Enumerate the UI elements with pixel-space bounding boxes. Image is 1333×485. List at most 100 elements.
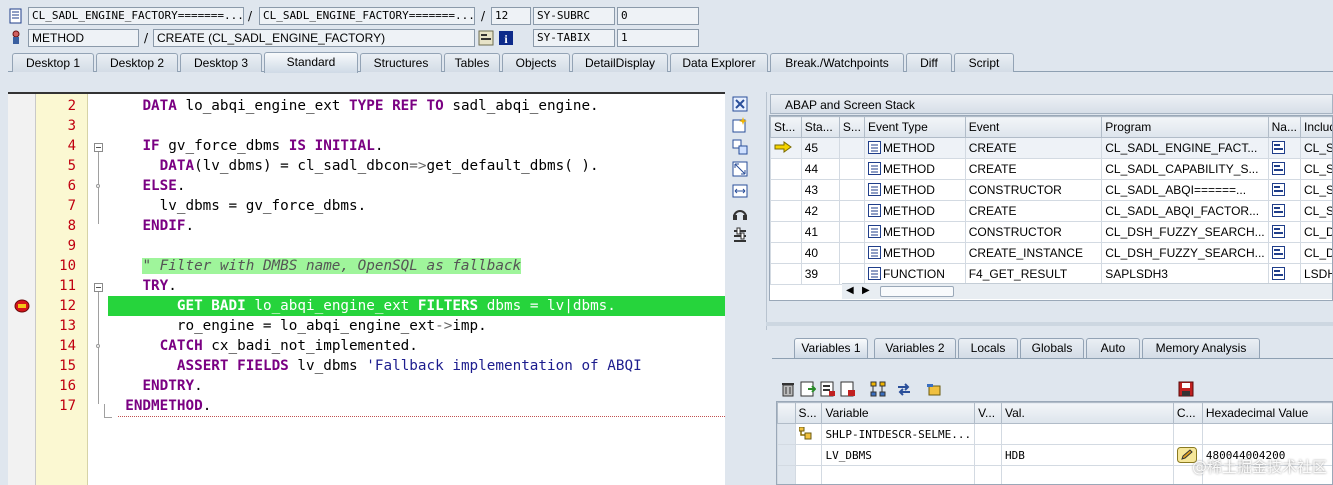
variable-value[interactable] [1001,465,1174,484]
services-icon[interactable] [732,205,748,221]
swap-tool-icon[interactable] [732,139,748,155]
column-header-value-type[interactable]: V... [974,402,1003,424]
column-header-navigate[interactable]: Na... [1267,116,1301,138]
navigate-cell[interactable] [1267,200,1301,222]
new-tool-icon[interactable] [732,117,748,133]
event-type-field[interactable]: METHOD [28,29,139,47]
tab-variables-2[interactable]: Variables 2 [874,338,956,358]
variable-value[interactable] [1001,423,1174,445]
code-line[interactable]: 13 ro_engine = lo_abqi_engine_ext->imp. [8,316,725,336]
table-row[interactable]: 44 METHOD CREATE CL_SADL_CAPABILITY_S...… [770,158,1332,180]
maximize-icon[interactable] [732,161,748,177]
row-selector[interactable] [777,465,796,484]
settings-icon[interactable] [732,227,748,243]
open-folder-icon[interactable] [926,381,942,397]
info-icon[interactable]: i [498,30,514,46]
tab-standard[interactable]: Standard [264,52,358,73]
column-header-program[interactable]: Program [1101,116,1269,138]
line-number-field[interactable]: 12 [491,7,531,25]
row-selector[interactable] [777,444,796,466]
column-header-event-type[interactable]: Event Type [863,116,966,138]
variable-value[interactable]: HDB [1001,444,1174,466]
column-header-screen[interactable]: S... [838,116,865,138]
code-line[interactable]: 14 CATCH cx_badi_not_implemented. [8,336,725,356]
source-code-icon[interactable] [1271,141,1285,154]
code-line[interactable]: 16 ENDTRY. [8,376,725,396]
save-icon[interactable] [1178,381,1194,397]
source-code-editor[interactable]: 2 DATA lo_abqi_engine_ext TYPE REF TO sa… [8,92,725,485]
save-layout-icon[interactable] [840,381,856,397]
code-line-current[interactable]: 12 GET BADI lo_abqi_engine_ext FILTERS d… [8,296,725,316]
source-code-icon[interactable] [1271,183,1285,196]
include-field[interactable]: CL_SADL_ENGINE_FACTORY=======... [259,7,475,25]
code-line[interactable]: 5 DATA(lv_dbms) = cl_sadl_dbcon=>get_def… [8,156,725,176]
tab-globals[interactable]: Globals [1020,338,1084,358]
scroll-thumb[interactable] [880,286,954,297]
row-selector[interactable] [777,423,796,445]
tab-auto[interactable]: Auto [1086,338,1140,358]
code-line[interactable]: 8 ENDIF. [8,216,725,236]
code-line[interactable]: 7 lv_dbms = gv_force_dbms. [8,196,725,216]
sysvar-value-2[interactable]: 1 [617,29,699,47]
tab-variables-1[interactable]: Variables 1 [794,338,868,358]
navigate-cell[interactable] [1267,242,1301,264]
column-header-hex[interactable]: Hexadecimal Value [1201,402,1332,424]
table-row[interactable]: 39 FUNCTION F4_GET_RESULT SAPLSDH3 LSDH3… [770,263,1332,285]
tab-desktop-3[interactable]: Desktop 3 [180,53,262,72]
tab-memory-analysis[interactable]: Memory Analysis [1142,338,1260,358]
tab-objects[interactable]: Objects [502,53,570,72]
table-row[interactable]: 42 METHOD CREATE CL_SADL_ABQI_FACTOR... … [770,200,1332,222]
sysvar-label-1[interactable]: SY-SUBRC [533,7,615,25]
close-icon[interactable] [732,96,748,112]
delete-icon[interactable] [780,381,796,397]
table-row[interactable]: 45 METHOD CREATE CL_SADL_ENGINE_FACT... … [770,137,1332,159]
tab-detail-display[interactable]: DetailDisplay [572,53,668,72]
scroll-left-icon[interactable]: ◀ [846,285,854,296]
tab-watchpoints[interactable]: Break./Watchpoints [770,53,904,72]
source-code-icon[interactable] [1271,267,1285,280]
table-row[interactable]: 43 METHOD CONSTRUCTOR CL_SADL_ABQI======… [770,179,1332,201]
code-line[interactable]: 9 [8,236,725,256]
event-field[interactable]: CREATE (CL_SADL_ENGINE_FACTORY) [153,29,475,47]
tab-diff[interactable]: Diff [906,53,952,72]
navigate-cell[interactable] [1267,221,1301,243]
tab-locals[interactable]: Locals [958,338,1018,358]
program-field[interactable]: CL_SADL_ENGINE_FACTORY=======... [28,7,244,25]
export-icon[interactable] [820,381,836,397]
code-line[interactable]: 11 TRY. [8,276,725,296]
source-code-icon[interactable] [1271,225,1285,238]
horizontal-scrollbar[interactable]: ◀ ▶ [842,283,1332,299]
tab-data-explorer[interactable]: Data Explorer [670,53,768,72]
variable-name[interactable] [821,465,976,484]
code-line[interactable]: 17 ENDMETHOD. [8,396,725,416]
column-header-value[interactable]: Val. [1001,402,1174,424]
tab-tables[interactable]: Tables [444,53,500,72]
column-header-level[interactable]: Sta... [800,116,840,138]
tab-desktop-1[interactable]: Desktop 1 [12,53,94,72]
code-line[interactable]: 4 IF gv_force_dbms IS INITIAL. [8,136,725,156]
table-row[interactable]: SHLP-INTDESCR-SELME... [777,423,1332,445]
display-source-icon[interactable] [478,30,494,46]
navigate-cell[interactable] [1267,137,1301,159]
splitter[interactable] [766,322,1333,326]
navigate-cell[interactable] [1267,179,1301,201]
column-header-status[interactable]: S... [794,402,823,424]
column-header-change[interactable]: C... [1172,402,1203,424]
import-icon[interactable] [800,381,816,397]
table-row[interactable]: 40 METHOD CREATE_INSTANCE CL_DSH_FUZZY_S… [770,242,1332,264]
variable-hex[interactable] [1201,423,1332,445]
tab-script[interactable]: Script [954,53,1014,72]
source-code-icon[interactable] [1271,162,1285,175]
tab-structures[interactable]: Structures [360,53,442,72]
column-header-event[interactable]: Event [964,116,1103,138]
column-header-include[interactable]: Include [1299,116,1332,138]
navigate-cell[interactable] [1267,158,1301,180]
code-line[interactable]: 2 DATA lo_abqi_engine_ext TYPE REF TO sa… [8,96,725,116]
code-line[interactable]: 6 ELSE. [8,176,725,196]
variable-name[interactable]: SHLP-INTDESCR-SELME... [821,423,976,445]
source-code-icon[interactable] [1271,204,1285,217]
resize-icon[interactable] [732,183,748,199]
scroll-right-icon[interactable]: ▶ [862,285,870,296]
code-line[interactable]: 10 " Filter with DMBS name, OpenSQL as f… [8,256,725,276]
code-line[interactable]: 15 ASSERT FIELDS lv_dbms 'Fallback imple… [8,356,725,376]
